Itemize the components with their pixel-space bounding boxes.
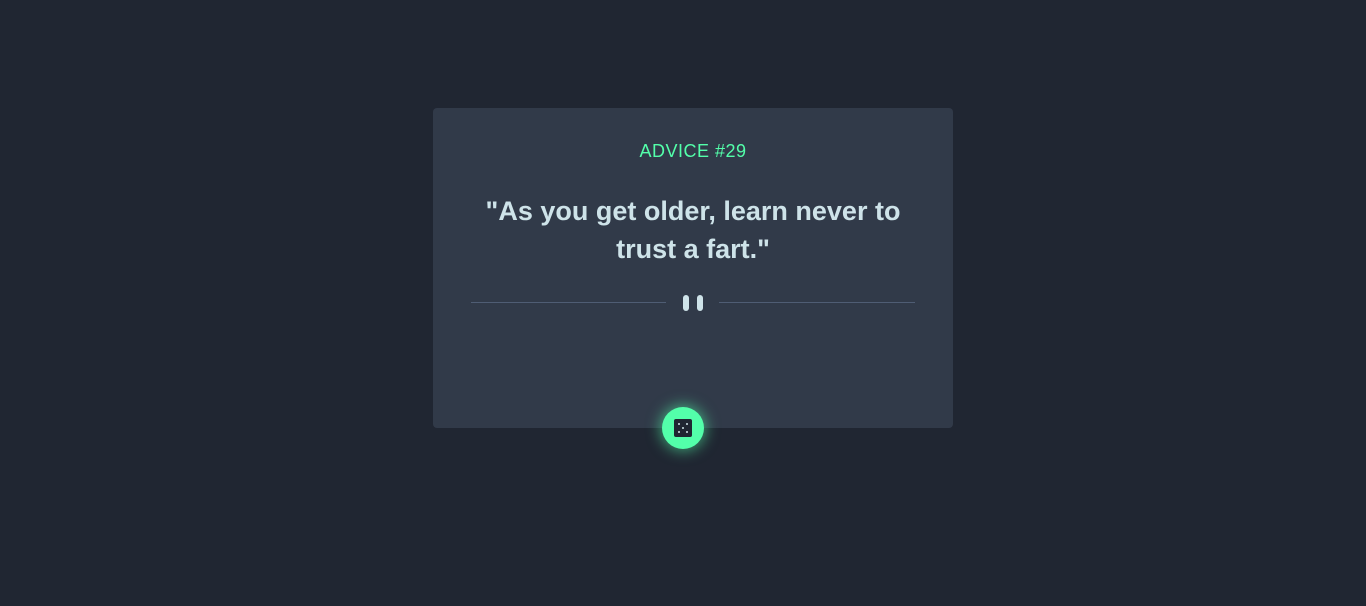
divider xyxy=(471,294,915,312)
dice-icon xyxy=(674,419,692,437)
pause-icon xyxy=(683,294,703,312)
divider-line-left xyxy=(471,302,666,303)
new-advice-button[interactable] xyxy=(662,407,704,449)
advice-card: ADVICE #29 "As you get older, learn neve… xyxy=(433,108,953,428)
advice-quote: "As you get older, learn never to trust … xyxy=(485,196,901,264)
advice-number: ADVICE #29 xyxy=(639,141,747,161)
divider-line-right xyxy=(719,302,915,303)
